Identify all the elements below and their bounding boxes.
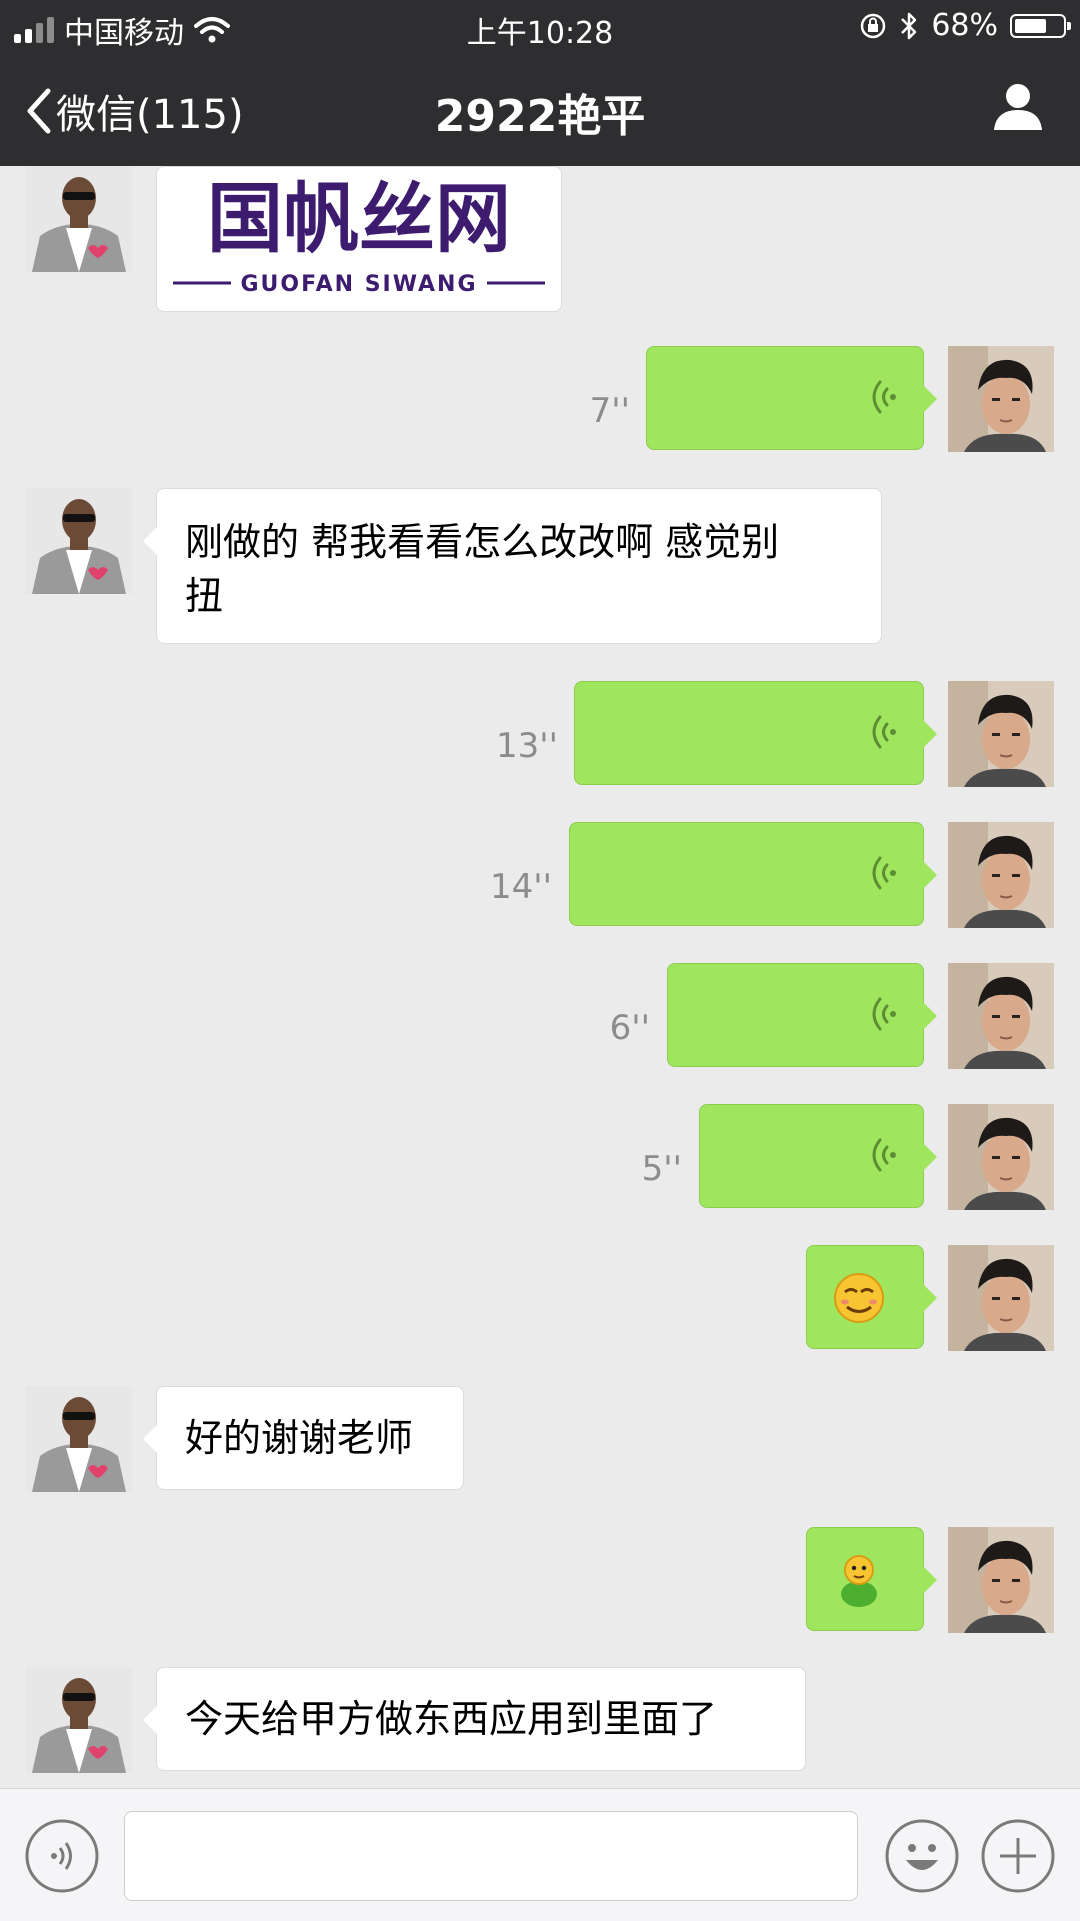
voice-message[interactable]: [699, 1104, 937, 1208]
chat-title: 2922艳平: [434, 91, 646, 142]
voice-message[interactable]: [646, 346, 937, 450]
text-message[interactable]: 刚做的 帮我看看怎么改改啊 感觉别 扭: [143, 488, 882, 644]
self-avatar-image: [948, 822, 1054, 928]
more-button[interactable]: [980, 1818, 1056, 1898]
voice-duration: 6'': [609, 1008, 650, 1048]
voice-duration: 5'': [641, 1149, 682, 1189]
voice-duration: 14'': [490, 867, 552, 907]
chat-info-button[interactable]: [992, 82, 1044, 136]
svg-text:国帆丝网: 国帆丝网: [207, 174, 511, 263]
voice-message[interactable]: [574, 681, 937, 785]
person-icon: [994, 84, 1042, 130]
avatar-self[interactable]: [948, 681, 1054, 787]
self-avatar-image: [948, 963, 1054, 1069]
message-line: 今天给甲方做东西应用到里面了: [185, 1697, 718, 1741]
self-avatar-image: [948, 1104, 1054, 1210]
green-figure-emoji: [841, 1555, 877, 1607]
emoji-button[interactable]: [884, 1818, 960, 1898]
text-message[interactable]: 今天给甲方做东西应用到里面了: [143, 1667, 806, 1771]
voice-wave-icon: [872, 715, 896, 749]
voice-wave-icon: [872, 380, 896, 414]
guofan-logo: 国帆丝网 GUOFAN SIWANG: [173, 174, 545, 297]
status-right: 68%: [859, 8, 1071, 43]
voice-duration: 13'': [496, 726, 558, 766]
voice-message[interactable]: [667, 963, 937, 1067]
voice-mode-button[interactable]: [24, 1818, 100, 1898]
message-line: 扭: [185, 574, 224, 618]
input-bar: [0, 1788, 1080, 1921]
avatar-self[interactable]: [948, 346, 1054, 452]
avatar-contact[interactable]: [26, 1386, 132, 1492]
emoji-icon: [885, 1819, 959, 1893]
plus-icon: [981, 1819, 1055, 1893]
voice-wave-icon: [872, 997, 896, 1031]
chat-area[interactable]: 国帆丝网 GUOFAN SIWANG 7'' 刚做的 帮我看看怎么改改啊 感觉别…: [0, 166, 1080, 1788]
image-message[interactable]: 国帆丝网 GUOFAN SIWANG: [156, 166, 562, 312]
voice-mode-icon: [25, 1819, 99, 1893]
self-avatar-image: [948, 1527, 1054, 1633]
contact-avatar-image: [26, 488, 132, 594]
contact-avatar-image: [26, 1386, 132, 1492]
avatar-contact[interactable]: [26, 166, 132, 272]
self-avatar-image: [948, 1245, 1054, 1351]
avatar-self[interactable]: [948, 963, 1054, 1069]
emoji-message[interactable]: [806, 1245, 937, 1349]
nav-bar: 微信(115) 2922艳平: [0, 54, 1080, 166]
battery-icon: [1010, 13, 1071, 38]
voice-message[interactable]: [569, 822, 937, 926]
avatar-contact[interactable]: [26, 1667, 132, 1773]
contact-avatar-image: [26, 166, 132, 272]
rotation-lock-icon: [861, 13, 886, 38]
voice-wave-icon: [872, 856, 896, 890]
voice-wave-icon: [872, 1138, 896, 1172]
self-avatar-image: [948, 681, 1054, 787]
svg-text:GUOFAN SIWANG: GUOFAN SIWANG: [240, 272, 477, 297]
smirk-emoji: [834, 1273, 884, 1323]
text-message[interactable]: 好的谢谢老师: [143, 1386, 464, 1490]
avatar-self[interactable]: [948, 1104, 1054, 1210]
voice-duration: 7'': [589, 391, 630, 431]
message-line: 刚做的 帮我看看怎么改改啊 感觉别: [185, 520, 780, 564]
message-line: 好的谢谢老师: [185, 1416, 414, 1460]
avatar-self[interactable]: [948, 1245, 1054, 1351]
avatar-self[interactable]: [948, 1527, 1054, 1633]
battery-percent: 68%: [931, 8, 998, 43]
self-avatar-image: [948, 346, 1054, 452]
bluetooth-icon: [901, 12, 917, 39]
avatar-contact[interactable]: [26, 488, 132, 594]
avatar-self[interactable]: [948, 822, 1054, 928]
status-bar: 中国移动 上午10:28 68%: [0, 0, 1080, 54]
contact-avatar-image: [26, 1667, 132, 1773]
message-input[interactable]: [124, 1811, 858, 1901]
emoji-message[interactable]: [806, 1527, 937, 1631]
